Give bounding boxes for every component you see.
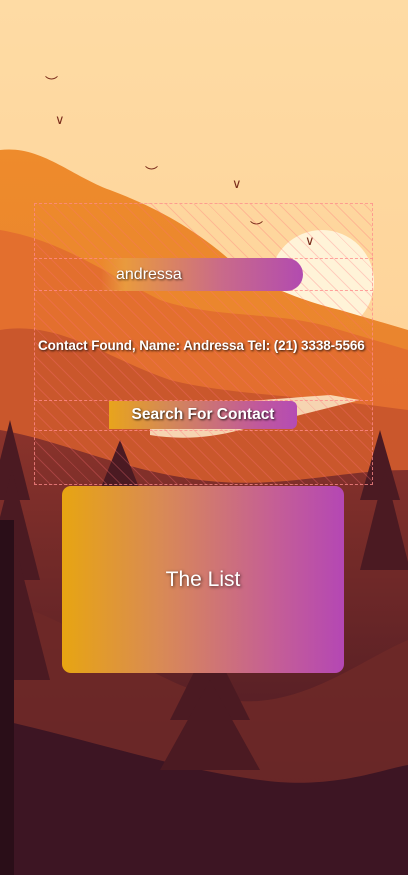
bird-icon: ︶ [145,165,159,180]
search-result-text: Contact Found, Name: Andressa Tel: (21) … [38,338,365,353]
the-list-label: The List [165,567,241,591]
divider [34,430,373,431]
bird-icon: ︶ [45,75,59,90]
bird-icon: ∨ [55,112,65,127]
bird-icon: ∨ [232,176,242,191]
search-input[interactable]: andressa [101,258,303,291]
the-list-button[interactable]: The List [62,486,344,673]
search-contact-button[interactable]: Search For Contact [109,401,297,429]
